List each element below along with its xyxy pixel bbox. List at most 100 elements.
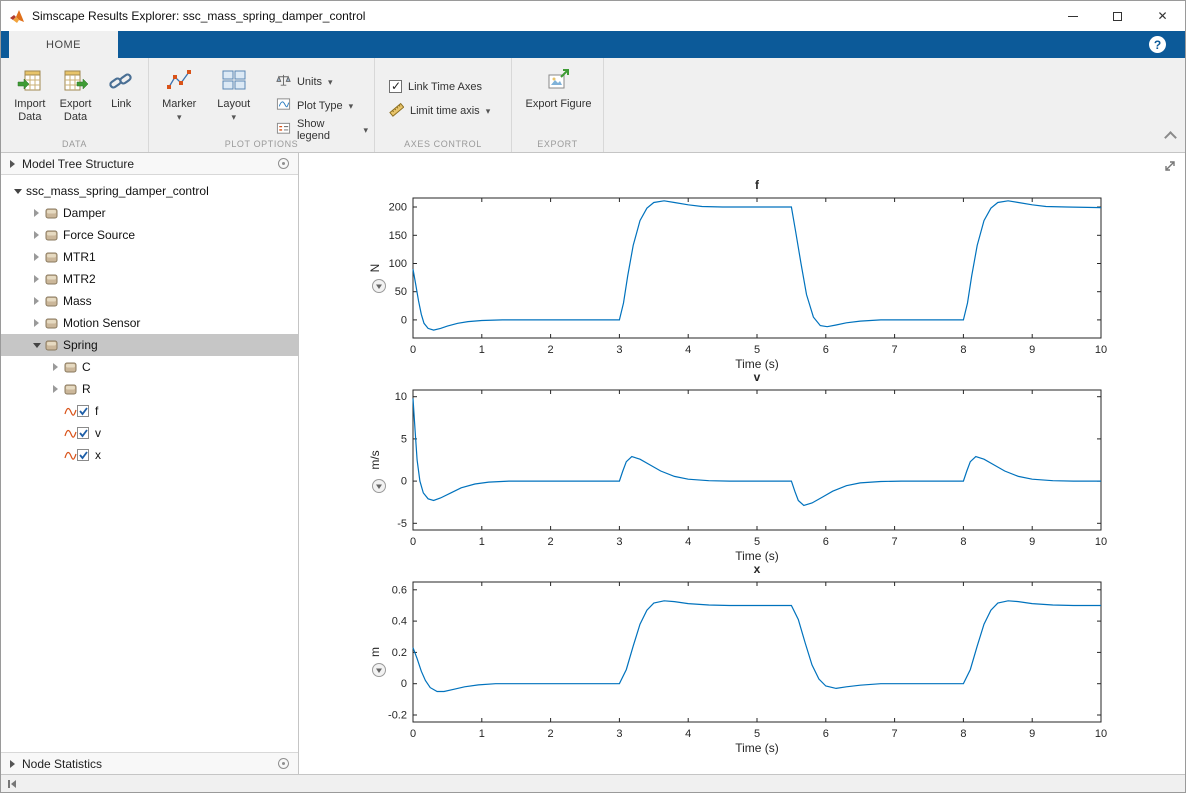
chart-title: f: [755, 178, 760, 192]
units-dropdown-button[interactable]: Units: [276, 74, 368, 90]
link-button[interactable]: Link: [100, 66, 142, 124]
panel-expander-icon[interactable]: [10, 159, 15, 168]
section-plot-options-label: PLOT OPTIONS: [224, 139, 299, 149]
export-data-icon: [63, 66, 89, 96]
y-tick-label: 10: [395, 391, 407, 403]
tree-item-label: R: [82, 382, 91, 396]
minimize-button[interactable]: [1050, 1, 1095, 31]
export-figure-button[interactable]: Export Figure: [523, 66, 595, 111]
marker-dropdown-caret-icon: [177, 111, 182, 123]
panel-expander-icon[interactable]: [10, 759, 15, 768]
y-units-dropdown-button[interactable]: [372, 479, 386, 493]
close-button[interactable]: [1140, 1, 1185, 31]
ruler-icon: [389, 102, 405, 120]
y-tick-label: -5: [397, 518, 407, 530]
expander-collapsed-icon[interactable]: [49, 385, 62, 393]
signal-checkbox-icon[interactable]: [64, 448, 90, 462]
y-units-dropdown-button[interactable]: [372, 663, 386, 677]
expander-expanded-icon[interactable]: [11, 189, 24, 194]
x-tick-label: 2: [548, 344, 554, 356]
tree-item-label: Motion Sensor: [63, 316, 141, 330]
export-data-button[interactable]: Export Data: [55, 66, 97, 124]
series-line: [412, 200, 1102, 331]
help-button[interactable]: [1149, 36, 1166, 53]
collapse-sidebar-button[interactable]: [1, 775, 16, 792]
layout-button[interactable]: Layout: [211, 66, 255, 138]
x-tick-label: 5: [754, 536, 760, 548]
x-tick-label: 4: [685, 344, 691, 356]
tree-item-mass[interactable]: Mass: [1, 290, 298, 312]
plot-type-label: Plot Type: [296, 100, 343, 112]
y-units-dropdown-button[interactable]: [372, 279, 386, 293]
component-icon: [64, 361, 77, 374]
collapse-bar-icon: [8, 779, 10, 788]
tree-item-label: MTR2: [63, 272, 96, 286]
expander-collapsed-icon[interactable]: [30, 231, 43, 239]
expander-collapsed-icon[interactable]: [30, 253, 43, 261]
expander-collapsed-icon[interactable]: [30, 297, 43, 305]
tree-item-mtr2[interactable]: MTR2: [1, 268, 298, 290]
link-time-axes-checkbox[interactable]: Link Time Axes: [389, 79, 505, 93]
units-caret-icon: [328, 76, 333, 88]
x-tick-label: 7: [892, 536, 898, 548]
x-tick-label: 10: [1095, 728, 1107, 740]
titlebar: Simscape Results Explorer: ssc_mass_spri…: [1, 1, 1185, 31]
x-tick-label: 5: [754, 728, 760, 740]
section-data-label: DATA: [61, 139, 88, 149]
component-icon: [64, 383, 77, 396]
tree-item-ssc-mass-spring-damper-control[interactable]: ssc_mass_spring_damper_control: [1, 180, 298, 202]
component-icon: [45, 317, 58, 330]
signal-checkbox-icon[interactable]: [64, 426, 90, 440]
expander-expanded-icon[interactable]: [30, 343, 43, 348]
tab-home[interactable]: HOME: [9, 31, 118, 58]
limit-time-axis-dropdown-button[interactable]: Limit time axis: [389, 102, 505, 120]
units-label: Units: [296, 76, 323, 88]
component-icon: [45, 273, 58, 286]
expand-plots-button[interactable]: [1162, 158, 1178, 174]
plot-type-dropdown-button[interactable]: Plot Type: [276, 98, 368, 114]
node-statistics-header[interactable]: Node Statistics: [1, 752, 298, 774]
x-tick-label: 8: [960, 536, 966, 548]
y-tick-label: 5: [401, 433, 407, 445]
plot-type-caret-icon: [349, 100, 354, 112]
chart-v: 0 1 2 3 4 5 6 7 8 9 10 -5 0 5 10 v Time (s) m/s: [299, 368, 1185, 564]
expander-collapsed-icon[interactable]: [30, 275, 43, 283]
tree-item-x[interactable]: x: [1, 444, 298, 466]
tree-item-mtr1[interactable]: MTR1: [1, 246, 298, 268]
node-statistics-title: Node Statistics: [22, 756, 103, 771]
ribbon-tabstrip: HOME: [1, 31, 1185, 58]
panel-pin-icon[interactable]: [278, 158, 289, 169]
chart-title: x: [754, 562, 761, 576]
tree-item-force-source[interactable]: Force Source: [1, 224, 298, 246]
tree-item-spring[interactable]: Spring: [1, 334, 298, 356]
import-data-button[interactable]: Import Data: [9, 66, 51, 124]
show-legend-dropdown-button[interactable]: Show legend: [276, 118, 368, 142]
layout-dropdown-caret-icon: [231, 111, 236, 123]
marker-button[interactable]: Marker: [157, 66, 201, 138]
expander-collapsed-icon[interactable]: [49, 363, 62, 371]
x-tick-label: 3: [616, 728, 622, 740]
tree-item-c[interactable]: C: [1, 356, 298, 378]
y-tick-label: 100: [389, 258, 407, 270]
y-tick-label: 0: [401, 678, 407, 690]
tree-item-f[interactable]: f: [1, 400, 298, 422]
panel-pin-icon[interactable]: [278, 758, 289, 769]
maximize-button[interactable]: [1095, 1, 1140, 31]
model-tree-structure-header[interactable]: Model Tree Structure: [1, 153, 298, 175]
signal-checkbox-icon[interactable]: [64, 404, 90, 418]
tree-item-r[interactable]: R: [1, 378, 298, 400]
x-tick-label: 3: [616, 344, 622, 356]
tree-item-damper[interactable]: Damper: [1, 202, 298, 224]
expander-collapsed-icon[interactable]: [30, 319, 43, 327]
export-figure-icon: [546, 66, 572, 96]
expander-collapsed-icon[interactable]: [30, 209, 43, 217]
x-tick-label: 10: [1095, 536, 1107, 548]
model-tree-structure-title: Model Tree Structure: [22, 156, 135, 171]
tree-item-v[interactable]: v: [1, 422, 298, 444]
plot-panel: 0 1 2 3 4 5 6 7 8 9 10 0 50 100 150 200 f Time (s) N 01234…: [299, 153, 1185, 774]
x-tick-label: 10: [1095, 344, 1107, 356]
x-tick-label: 0: [410, 536, 416, 548]
tree-item-motion-sensor[interactable]: Motion Sensor: [1, 312, 298, 334]
marker-label: Marker: [162, 98, 197, 110]
tree-item-label: Mass: [63, 294, 92, 308]
